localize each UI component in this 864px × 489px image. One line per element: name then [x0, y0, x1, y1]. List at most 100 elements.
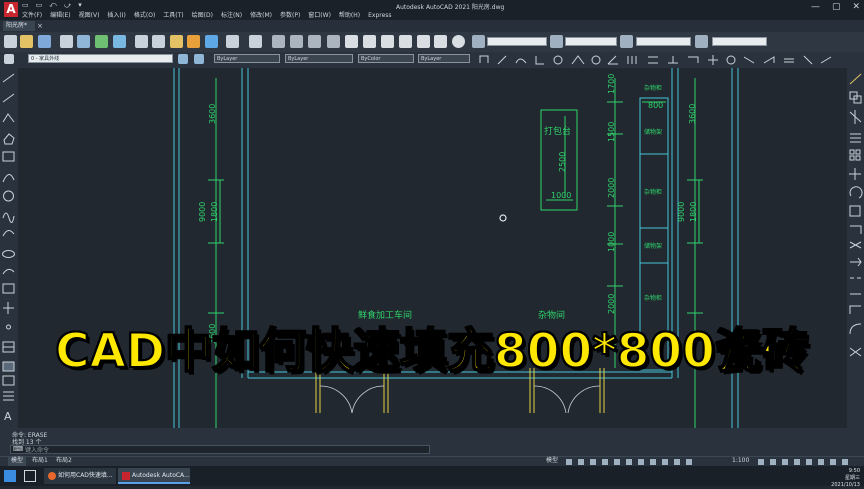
ortho-icon	[590, 459, 596, 465]
annotation-scale[interactable]: 1:100	[732, 456, 749, 466]
menu-file[interactable]: 文件(F)	[22, 11, 42, 20]
dim-1800-l: 1800	[210, 202, 219, 222]
mleader-style-icon[interactable]	[695, 35, 708, 48]
undo-arrow-icon[interactable]	[226, 35, 239, 48]
tab-close-icon[interactable]: ×	[37, 21, 43, 31]
selection-cycling-icon	[662, 459, 668, 465]
window-title: Autodesk AutoCAD 2021 阳光房.dwg	[396, 4, 505, 11]
dim-space-icon	[688, 56, 699, 63]
hardware-icon	[818, 459, 824, 465]
dim-style-combo[interactable]	[565, 37, 617, 46]
tool-palettes-icon[interactable]	[381, 35, 394, 48]
pan-icon[interactable]	[272, 35, 285, 48]
plotstyle-combo[interactable]: ByLayer	[418, 54, 470, 63]
task-view-icon[interactable]	[24, 470, 36, 482]
settings-icon	[758, 459, 764, 465]
menu-tools[interactable]: 工具(T)	[163, 11, 183, 20]
menu-edit[interactable]: 编辑(E)	[50, 11, 70, 20]
shelf-label-1: 杂物柜	[644, 84, 662, 92]
tab-model[interactable]: 模型	[8, 456, 27, 466]
command-input[interactable]: 键入命令	[10, 445, 430, 454]
match-properties-icon[interactable]	[187, 35, 200, 48]
undo-icon[interactable]: ⤺	[49, 1, 56, 10]
design-center-icon[interactable]	[363, 35, 376, 48]
make-block-icon	[3, 302, 14, 314]
new-file-icon[interactable]: ▭	[22, 1, 29, 10]
annotation-icon	[674, 459, 680, 465]
ellipse-arc-icon	[2, 268, 15, 275]
extend-icon	[850, 257, 862, 267]
workspace-icon	[686, 459, 692, 465]
3d-dwf-icon[interactable]	[113, 35, 126, 48]
help-icon[interactable]	[452, 35, 465, 48]
layer-combo[interactable]: 0 - 家具外线	[28, 54, 173, 63]
text-style-combo[interactable]	[487, 37, 547, 46]
color-combo[interactable]: ByLayer	[214, 54, 280, 63]
tolerance-icon	[726, 55, 736, 65]
publish-icon[interactable]	[95, 35, 108, 48]
properties-icon[interactable]	[345, 35, 358, 48]
jog-line-icon	[784, 58, 794, 63]
open-icon[interactable]	[20, 35, 33, 48]
construction-line-icon	[2, 93, 15, 103]
block-editor-icon[interactable]	[205, 35, 218, 48]
paste-icon[interactable]	[170, 35, 183, 48]
isolate-icon	[806, 459, 812, 465]
model-space-toggle[interactable]: 模型	[546, 456, 558, 466]
minimize-button[interactable]: —	[811, 2, 820, 12]
copy-icon[interactable]	[152, 35, 165, 48]
make-current-icon[interactable]	[178, 54, 188, 64]
dimension-toolbar	[479, 55, 832, 65]
plot-icon[interactable]	[60, 35, 73, 48]
dim-9000-l: 9000	[198, 202, 207, 222]
clock-time: 9:50	[848, 468, 860, 474]
dim-style-icon[interactable]	[550, 35, 563, 48]
customize-dropdown-icon[interactable]: ▾	[78, 1, 82, 10]
array-icon	[849, 149, 855, 155]
close-button[interactable]: ✕	[852, 2, 860, 12]
tab-drawing[interactable]: 阳光房*	[3, 21, 35, 31]
menu-format[interactable]: 格式(O)	[134, 11, 155, 20]
linear-dim-icon	[479, 55, 489, 63]
label-dabaotai: 打包台	[544, 125, 571, 137]
table-style-icon[interactable]	[620, 35, 633, 48]
menu-help[interactable]: 帮助(H)	[339, 11, 360, 20]
menu-express[interactable]: Express	[368, 11, 391, 20]
grid-icon	[566, 459, 572, 465]
angular-icon	[607, 55, 618, 65]
layer-previous-icon[interactable]	[194, 54, 204, 64]
zoom-realtime-icon[interactable]	[290, 35, 303, 48]
open-file-icon[interactable]: ▭	[36, 1, 43, 10]
mleader-style-combo[interactable]	[712, 37, 767, 46]
menu-insert[interactable]: 插入(I)	[107, 11, 125, 20]
menu-window[interactable]: 窗口(W)	[308, 11, 331, 20]
menu-parametric[interactable]: 参数(P)	[280, 11, 300, 20]
new-icon[interactable]	[4, 35, 17, 48]
cut-icon[interactable]	[135, 35, 148, 48]
save-icon[interactable]	[38, 35, 51, 48]
calculator-icon[interactable]	[434, 35, 447, 48]
menu-draw[interactable]: 绘图(D)	[192, 11, 213, 20]
markup-icon[interactable]	[417, 35, 430, 48]
text-style-icon[interactable]	[472, 35, 485, 48]
menu-dimension[interactable]: 标注(N)	[221, 11, 242, 20]
zoom-previous-icon[interactable]	[327, 35, 340, 48]
redo-arrow-icon[interactable]	[249, 35, 262, 48]
zoom-window-icon[interactable]	[308, 35, 321, 48]
sheet-set-icon[interactable]	[399, 35, 412, 48]
menu-modify[interactable]: 修改(M)	[250, 11, 272, 20]
start-icon[interactable]	[4, 470, 16, 482]
tab-layout1[interactable]: 布局1	[32, 456, 48, 466]
dim-1700: 1700	[607, 74, 616, 94]
lineweight-combo[interactable]: ByColor	[358, 54, 414, 63]
menu-view[interactable]: 视图(V)	[79, 11, 100, 20]
redo-icon[interactable]: ⤻	[64, 1, 71, 10]
autocad-logo-icon[interactable]: A	[4, 2, 18, 17]
maximize-button[interactable]: ▢	[832, 2, 841, 12]
table-style-combo[interactable]	[636, 37, 691, 46]
chamfer-icon	[849, 305, 861, 314]
tab-layout2[interactable]: 布局2	[56, 456, 72, 466]
plot-preview-icon[interactable]	[77, 35, 90, 48]
layer-manager-icon[interactable]	[4, 54, 14, 64]
linetype-combo[interactable]: ByLayer	[285, 54, 353, 63]
